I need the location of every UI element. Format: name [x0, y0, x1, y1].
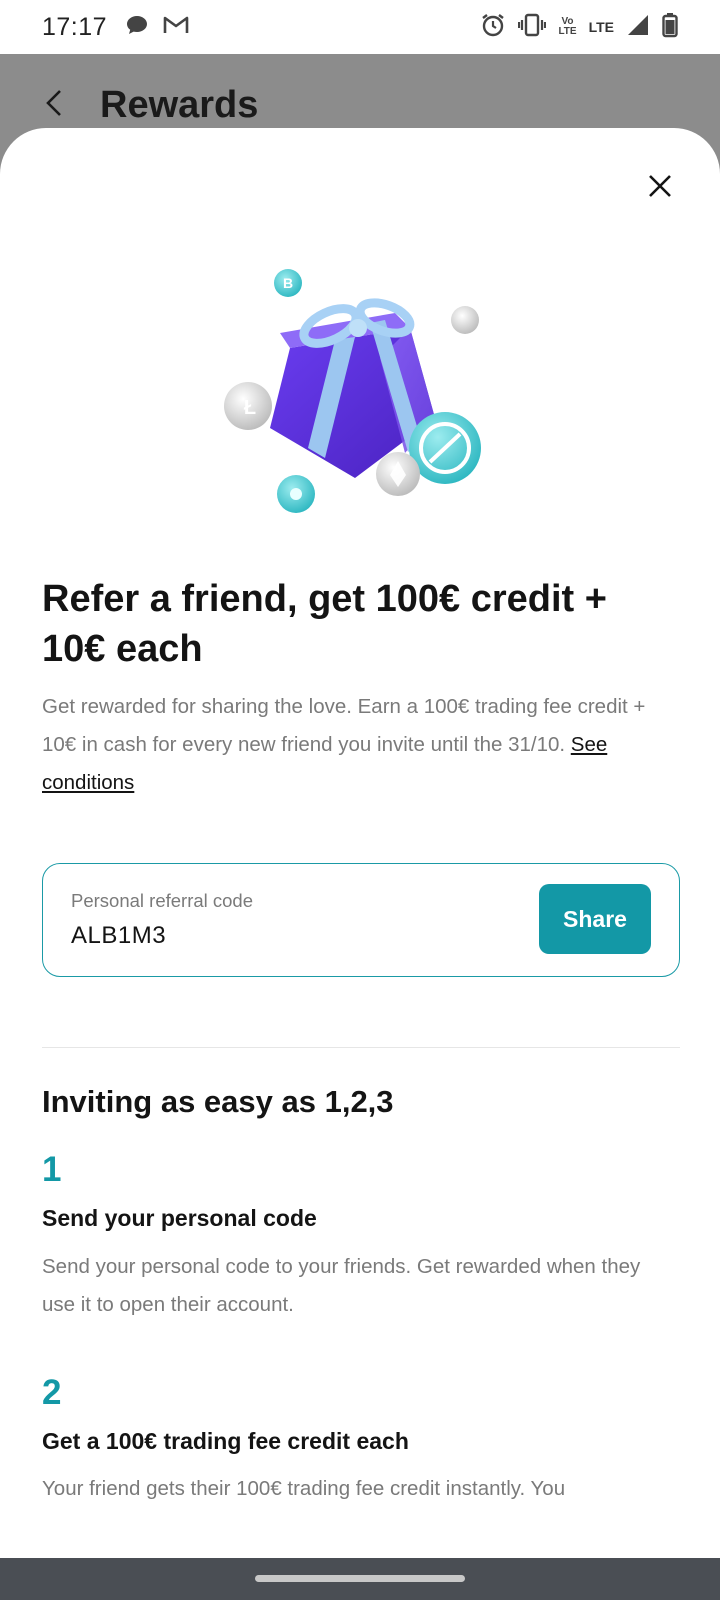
referral-code-value[interactable]: ALB1M3: [71, 922, 166, 950]
chat-bubble-icon: [125, 14, 149, 41]
back-arrow-icon[interactable]: [44, 88, 64, 123]
referral-sheet: B Ł Refer a friend, get 100€ credit + 10…: [0, 128, 720, 1558]
close-icon: [647, 173, 673, 204]
divider: [42, 1047, 680, 1048]
sheet-bottom-edge: [0, 1518, 720, 1558]
steps-title: Inviting as easy as 1,2,3: [42, 1084, 394, 1119]
share-button[interactable]: Share: [539, 884, 651, 954]
vibrate-icon: [518, 13, 547, 42]
step-2-description: Your friend gets their 100€ trading fee …: [42, 1477, 566, 1500]
referral-code-box: Personal referral code ALB1M3 Share: [42, 863, 680, 977]
status-right-icons: Vo LTE LTE: [480, 0, 678, 54]
close-button[interactable]: [638, 166, 682, 210]
step-1-number: 1: [42, 1150, 62, 1189]
battery-icon: [662, 12, 678, 43]
step-1-description: Send your personal code to your friends.…: [42, 1255, 641, 1316]
referral-description: Get rewarded for sharing the love. Earn …: [42, 688, 678, 802]
gift-illustration: B Ł: [220, 268, 500, 528]
signal-icon: [626, 13, 650, 42]
alarm-icon: [480, 12, 506, 43]
referral-code-label: Personal referral code: [71, 890, 254, 911]
volte-bottom-text: LTE: [558, 26, 577, 37]
page-title: Rewards: [100, 84, 259, 126]
gmail-icon: [163, 15, 189, 40]
svg-text:B: B: [283, 275, 293, 291]
referral-headline: Refer a friend, get 100€ credit + 10€ ea…: [42, 578, 607, 670]
lte-icon: LTE: [588, 19, 614, 35]
description-text: Get rewarded for sharing the love. Earn …: [42, 695, 646, 756]
step-2-number: 2: [42, 1373, 62, 1412]
volte-icon: Vo LTE: [558, 17, 576, 37]
step-2-title: Get a 100€ trading fee credit each: [42, 1428, 409, 1454]
svg-text:Ł: Ł: [244, 397, 256, 419]
navigation-bar: [0, 1558, 720, 1600]
background-header: Rewards: [44, 84, 258, 127]
status-bar: 17:17 Vo LTE LTE: [0, 0, 720, 54]
status-time: 17:17: [42, 12, 108, 41]
step-1-title: Send your personal code: [42, 1205, 317, 1231]
home-gesture-handle[interactable]: [255, 1575, 465, 1582]
status-left-icons: [125, 14, 189, 41]
